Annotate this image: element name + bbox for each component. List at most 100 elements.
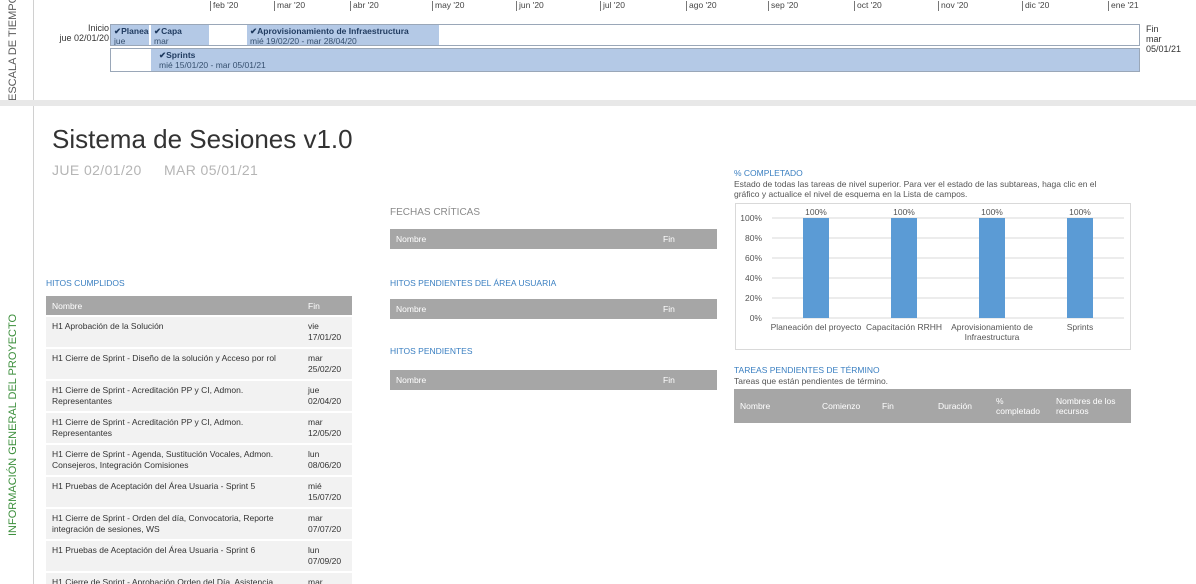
chart-data-label: 100% <box>893 207 915 217</box>
chart-y-tick-label: 20% <box>745 293 762 303</box>
column-header[interactable]: Comienzo <box>816 389 876 423</box>
column-header-name[interactable]: Nombre <box>390 370 657 390</box>
column-header-fin[interactable]: Fin <box>302 296 352 316</box>
milestone-name: H1 Cierre de Sprint - Acreditación PP y … <box>46 379 302 412</box>
project-overview: Sistema de Sesiones v1.0 JUE 02/01/20 MA… <box>36 106 1196 584</box>
project-start-date: JUE 02/01/20 <box>52 162 142 178</box>
info-strip-label: INFORMACIÓN GENERAL DEL PROYECTO <box>7 313 19 536</box>
project-dates: JUE 02/01/20 MAR 05/01/21 <box>52 162 276 178</box>
page-title: Sistema de Sesiones v1.0 <box>52 124 353 154</box>
column-header-name[interactable]: Nombre <box>46 296 302 316</box>
timeline-row: ✔Sprints mié 15/01/20 - mar 05/01/21 <box>110 48 1140 72</box>
milestone-finish-date: mar 25/02/20 <box>302 347 352 380</box>
column-header[interactable]: Nombres de los recursos <box>1050 389 1131 423</box>
column-header-name[interactable]: Nombre <box>390 229 657 249</box>
milestone-finish-date: mar 07/07/20 <box>302 507 352 540</box>
timeline-task-name: ✔Capa <box>154 26 182 36</box>
timeline-month-label: ago '20 <box>686 1 717 11</box>
info-strip: INFORMACIÓN GENERAL DEL PROYECTO <box>0 106 34 584</box>
chart-y-tick-label: 40% <box>745 273 762 283</box>
timeline-task-dates: mar <box>154 36 169 45</box>
milestone-name: H1 Cierre de Sprint - Agenda, Sustitució… <box>46 443 302 476</box>
timeline-month-label: sep '20 <box>768 1 798 11</box>
table-header-row: Nombre Fin <box>390 299 717 319</box>
completion-chart[interactable]: 0% 20% 40% 60% 80% 100% 100% 100% 100% 100% Planea… <box>735 203 1131 350</box>
milestone-name: H1 Pruebas de Aceptación del Área Usuari… <box>46 539 302 572</box>
table-row[interactable]: H1 Cierre de Sprint - Orden del día, Con… <box>46 507 352 540</box>
timeline-row: ✔Planeac jue ✔Capa mar ✔Aprovisionamient… <box>110 24 1140 46</box>
timeline-task-name: ✔Sprints <box>159 50 196 60</box>
pending-tasks-table[interactable]: Nombre Comienzo Fin Duración% completado Nom… <box>734 389 1131 423</box>
timeline-end-label: Fin <box>1146 24 1159 34</box>
timeline-task-bar[interactable]: ✔Sprints mié 15/01/20 - mar 05/01/21 <box>151 49 1139 71</box>
chart-y-tick-label: 0% <box>750 313 763 323</box>
timeline-task-dates: mié 15/01/20 - mar 05/01/21 <box>159 60 266 70</box>
timeline-task-dates: mié 19/02/20 - mar 28/04/20 <box>250 36 357 45</box>
critical-dates-table[interactable]: Nombre Fin <box>390 229 717 249</box>
timeline-task-bar[interactable]: ✔Aprovisionamiento de Infraestructura mi… <box>247 25 439 45</box>
timeline-start-date: jue 02/01/20 <box>59 33 109 43</box>
timeline-start-label: Inicio <box>87 23 109 33</box>
table-header-row: Nombre Comienzo Fin Duración% completado Nom… <box>734 389 1131 423</box>
timeline-task-bar[interactable]: ✔Capa mar <box>151 25 209 45</box>
milestone-finish-date: lun 07/09/20 <box>302 539 352 572</box>
timeline-strip: ESCALA DE TIEMPO <box>0 0 34 104</box>
timeline-month-label: abr '20 <box>350 1 379 11</box>
column-header-fin[interactable]: Fin <box>657 370 717 390</box>
column-header[interactable]: Fin <box>876 389 932 423</box>
table-row[interactable]: H1 Pruebas de Aceptación del Área Usuari… <box>46 475 352 508</box>
milestone-name: H1 Pruebas de Aceptación del Área Usuari… <box>46 475 302 508</box>
timeline-month-label: may '20 <box>432 1 465 11</box>
table-row[interactable]: H1 Cierre de Sprint - Acreditación PP y … <box>46 411 352 444</box>
milestone-name: H1 Cierre de Sprint - Diseño de la soluc… <box>46 347 302 380</box>
milestone-finish-date: mar 15/09/20 <box>302 571 352 584</box>
chart-bar <box>803 218 829 318</box>
column-header[interactable]: Duración <box>932 389 990 423</box>
table-header-row: Nombre Fin <box>46 296 352 316</box>
table-row[interactable]: H1 Cierre de Sprint - Agenda, Sustitució… <box>46 443 352 476</box>
pending-milestones-table[interactable]: Nombre Fin <box>390 370 717 390</box>
completion-chart-title: % COMPLETADO <box>734 168 803 178</box>
timeline-month-label: oct '20 <box>854 1 882 11</box>
timeline-start: Inicio jue 02/01/20 <box>54 23 109 43</box>
chart-y-tick-label: 100% <box>740 213 762 223</box>
table-row[interactable]: H1 Pruebas de Aceptación del Área Usuari… <box>46 539 352 572</box>
column-header-name[interactable]: Nombre <box>390 299 657 319</box>
completion-chart-description: Estado de todas las tareas de nivel supe… <box>734 179 1097 199</box>
table-row[interactable]: H1 Cierre de Sprint - Diseño de la soluc… <box>46 347 352 380</box>
table-header-row: Nombre Fin <box>390 370 717 390</box>
chart-bar <box>979 218 1005 318</box>
pending-tasks-title: TAREAS PENDIENTES DE TÉRMINO <box>734 365 880 375</box>
critical-dates-title: FECHAS CRÍTICAS <box>390 207 481 218</box>
timeline-month-label: dic '20 <box>1022 1 1049 11</box>
timeline-strip-label: ESCALA DE TIEMPO <box>7 0 19 101</box>
chart-y-tick-label: 60% <box>745 253 762 263</box>
table-row[interactable]: H1 Cierre de Sprint - Acreditación PP y … <box>46 379 352 412</box>
milestone-finish-date: jue 02/04/20 <box>302 379 352 412</box>
column-header-fin[interactable]: Fin <box>657 299 717 319</box>
milestone-finish-date: mar 12/05/20 <box>302 411 352 444</box>
project-finish-date: MAR 05/01/21 <box>163 162 259 178</box>
milestones-done-table[interactable]: Nombre Fin H1 Aprobación de la Solución v… <box>46 296 352 584</box>
table-header-row: Nombre Fin <box>390 229 717 249</box>
milestone-finish-date: lun 08/06/20 <box>302 443 352 476</box>
table-row[interactable]: H1 Cierre de Sprint - Aprobación Orden d… <box>46 571 352 584</box>
chart-data-label: 100% <box>1069 207 1091 217</box>
timeline-task-bar[interactable]: ✔Planeac jue <box>111 25 149 45</box>
chart-x-tick-label: Capacitación RRHH <box>866 322 942 332</box>
user-milestones-table[interactable]: Nombre Fin <box>390 299 717 319</box>
column-header[interactable]: % completado <box>990 389 1050 423</box>
timeline-task-name: ✔Planeac <box>114 26 149 36</box>
milestone-name: H1 Cierre de Sprint - Aprobación Orden d… <box>46 571 302 584</box>
column-header-fin[interactable]: Fin <box>657 229 717 249</box>
timeline-task-dates: jue <box>114 36 126 45</box>
chart-data-label: 100% <box>981 207 1003 217</box>
timeline-month-label: nov '20 <box>938 1 968 11</box>
chart-bar <box>891 218 917 318</box>
timeline-month-label: feb '20 <box>210 1 238 11</box>
column-header[interactable]: Nombre <box>734 389 816 423</box>
timeline[interactable]: feb '20 mar '20 abr '20 may '20 jun '20 jul '… <box>36 0 1196 100</box>
timeline-month-label: ene '21 <box>1108 1 1139 11</box>
timeline-end-date: mar 05/01/21 <box>1146 34 1182 54</box>
table-row[interactable]: H1 Aprobación de la Solución vie 17/01/20 <box>46 315 352 348</box>
